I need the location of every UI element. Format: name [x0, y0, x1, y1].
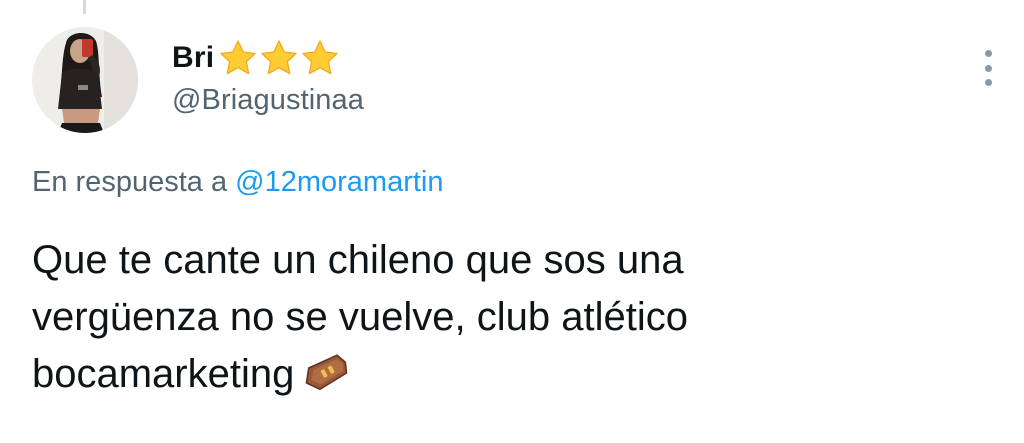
user-handle[interactable]: @Briagustinaa: [172, 84, 364, 117]
coffin-icon: [306, 354, 348, 391]
reply-prefix: En respuesta a: [32, 166, 228, 198]
display-name[interactable]: Bri: [172, 41, 214, 75]
tweet-text-line-last: bocamarketing: [32, 346, 992, 403]
thread-connector-line: [83, 0, 86, 14]
more-dot-icon: [984, 79, 992, 86]
tweet-text-line: vergüenza no se vuelve, club atlético: [32, 295, 688, 339]
star-icon: [220, 40, 256, 75]
user-name-row[interactable]: Bri: [172, 38, 340, 78]
star-icon: [302, 40, 338, 75]
name-badges: [218, 38, 340, 78]
more-dot-icon: [984, 50, 992, 57]
more-options-button[interactable]: [976, 50, 1000, 86]
avatar[interactable]: [32, 27, 138, 133]
reply-mention-link[interactable]: @12moramartin: [235, 166, 443, 198]
tweet-text-line: Que te cante un chileno que sos una: [32, 238, 684, 282]
more-dot-icon: [984, 64, 992, 72]
star-icon: [261, 40, 297, 75]
tweet-text-line-content: bocamarketing: [32, 352, 295, 396]
tweet-text: Que te cante un chileno que sos una verg…: [32, 232, 992, 403]
reply-context: En respuesta a @12moramartin: [32, 166, 443, 199]
